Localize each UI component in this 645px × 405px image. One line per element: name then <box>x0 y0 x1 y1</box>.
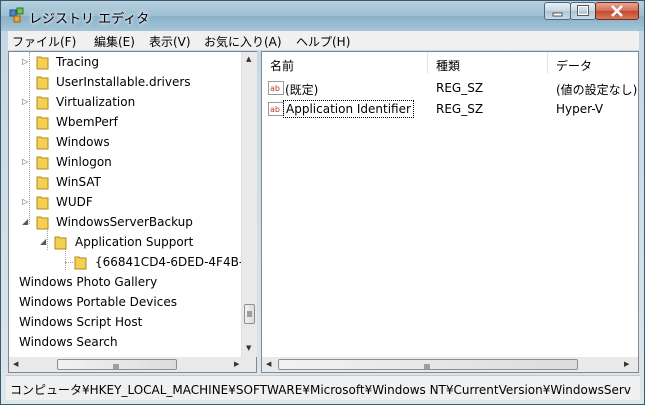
tree-item-label: WindowsServerBackup <box>56 215 193 229</box>
scroll-thumb[interactable] <box>244 304 255 324</box>
close-button[interactable] <box>595 2 639 20</box>
tree-item-label: WinSAT <box>56 175 101 189</box>
column-header-name[interactable]: 名前 <box>262 52 428 74</box>
expand-arrow-icon[interactable]: ▷ <box>22 158 30 166</box>
tree-item-label: UserInstallable.drivers <box>56 75 191 89</box>
column-header-data[interactable]: データ <box>548 52 638 74</box>
svg-text:ab: ab <box>270 105 280 114</box>
tree-vertical-scrollbar[interactable]: ▲ ▼ <box>241 52 257 357</box>
grip-icon <box>424 364 430 369</box>
registry-editor-window: レジストリ エディタ ファイル(F) 編集(E) 表示(V) お気に入り(A) … <box>0 0 645 405</box>
folder-icon <box>36 216 49 230</box>
tree-item-label: Windows Portable Devices <box>19 295 177 309</box>
folder-icon <box>54 236 67 250</box>
value-name: Application Identifier <box>283 100 414 118</box>
column-name-label: 名前 <box>270 59 295 73</box>
value-name: (既定) <box>285 83 319 97</box>
key-tree-pane[interactable]: ▷ Tracing UserInstallable.drivers ▷ Virt… <box>8 51 257 373</box>
string-value-icon: ab <box>268 102 284 116</box>
folder-icon <box>36 196 49 210</box>
tree-item-label: Tracing <box>56 55 100 69</box>
tree-item-label: Winlogon <box>56 155 112 169</box>
menu-view[interactable]: 表示(V) <box>149 33 191 50</box>
value-type: REG_SZ <box>436 102 484 116</box>
string-value-icon: ab <box>268 81 284 95</box>
scroll-up-icon[interactable]: ▲ <box>246 55 251 63</box>
tree-item-label: Windows Photo Gallery <box>19 275 158 289</box>
tree-item-label: WbemPerf <box>56 115 118 129</box>
menu-help[interactable]: ヘルプ(H) <box>296 33 350 50</box>
scroll-left-icon[interactable]: ◀ <box>266 360 271 368</box>
value-type: REG_SZ <box>436 81 484 95</box>
expand-arrow-icon[interactable]: ▷ <box>22 58 30 66</box>
folder-icon <box>74 256 87 270</box>
maximize-button[interactable] <box>570 2 596 20</box>
value-row-default[interactable]: ab (既定) REG_SZ (値の設定なし) <box>262 78 638 98</box>
folder-icon <box>36 156 49 170</box>
menu-bar: ファイル(F) 編集(E) 表示(V) お気に入り(A) ヘルプ(H) <box>8 31 639 50</box>
menu-file[interactable]: ファイル(F) <box>12 33 76 50</box>
tree-item-label: Windows Search <box>19 335 118 349</box>
folder-icon <box>36 96 49 110</box>
grip-icon <box>247 311 252 317</box>
column-data-label: データ <box>556 59 593 73</box>
list-horizontal-scrollbar[interactable]: ◀ ▶ <box>262 357 638 372</box>
tree-item-label: {66841CD4-6DED-4F4B-8 <box>95 255 251 269</box>
values-list-pane[interactable]: 名前 種類 データ ab (既定) REG_SZ (値の設定なし) ab App… <box>261 51 639 373</box>
registry-editor-icon <box>9 7 24 23</box>
status-bar: コンピュータ¥HKEY_LOCAL_MACHINE¥SOFTWARE¥Micro… <box>6 375 640 400</box>
scroll-right-icon[interactable]: ▶ <box>234 360 239 368</box>
close-icon <box>611 5 623 17</box>
tree-item-label: Virtualization <box>56 95 136 109</box>
folder-icon <box>36 136 49 150</box>
tree-item-label: Application Support <box>75 235 194 249</box>
folder-icon <box>36 176 49 190</box>
tree-line <box>65 262 73 263</box>
expand-arrow-icon[interactable]: ▷ <box>22 198 30 206</box>
column-header-type[interactable]: 種類 <box>428 52 548 74</box>
expand-arrow-icon[interactable]: ▷ <box>22 98 30 106</box>
value-row-application-identifier[interactable]: ab Application Identifier REG_SZ Hyper-V <box>262 99 638 119</box>
grip-icon <box>113 364 119 369</box>
value-data: Hyper-V <box>556 102 604 116</box>
svg-text:ab: ab <box>270 84 280 93</box>
scroll-left-icon[interactable]: ◀ <box>13 360 18 368</box>
folder-icon <box>36 56 49 70</box>
scroll-thumb[interactable] <box>57 359 177 370</box>
menu-favorites[interactable]: お気に入り(A) <box>204 33 282 50</box>
window-title: レジストリ エディタ <box>29 12 150 27</box>
collapse-arrow-icon[interactable]: ◢ <box>40 238 48 246</box>
tree-horizontal-scrollbar[interactable]: ◀ ▶ <box>9 357 256 372</box>
value-data: (値の設定なし) <box>556 83 638 97</box>
scroll-thumb[interactable] <box>278 359 578 370</box>
tree-item-label: WUDF <box>56 195 93 209</box>
maximize-icon <box>577 5 589 16</box>
scroll-down-icon[interactable]: ▼ <box>246 344 251 352</box>
minimize-icon <box>552 12 563 17</box>
folder-icon <box>36 116 49 130</box>
minimize-button[interactable] <box>544 2 571 20</box>
tree-item-label: Windows Script Host <box>19 315 143 329</box>
menu-edit[interactable]: 編集(E) <box>94 33 135 50</box>
scroll-right-icon[interactable]: ▶ <box>624 360 629 368</box>
registry-path: コンピュータ¥HKEY_LOCAL_MACHINE¥SOFTWARE¥Micro… <box>10 383 631 397</box>
folder-icon <box>36 76 49 90</box>
column-type-label: 種類 <box>436 59 461 73</box>
collapse-arrow-icon[interactable]: ◢ <box>22 218 30 226</box>
tree-item-label: Windows <box>56 135 110 149</box>
title-bar[interactable]: レジストリ エディタ <box>1 1 644 31</box>
